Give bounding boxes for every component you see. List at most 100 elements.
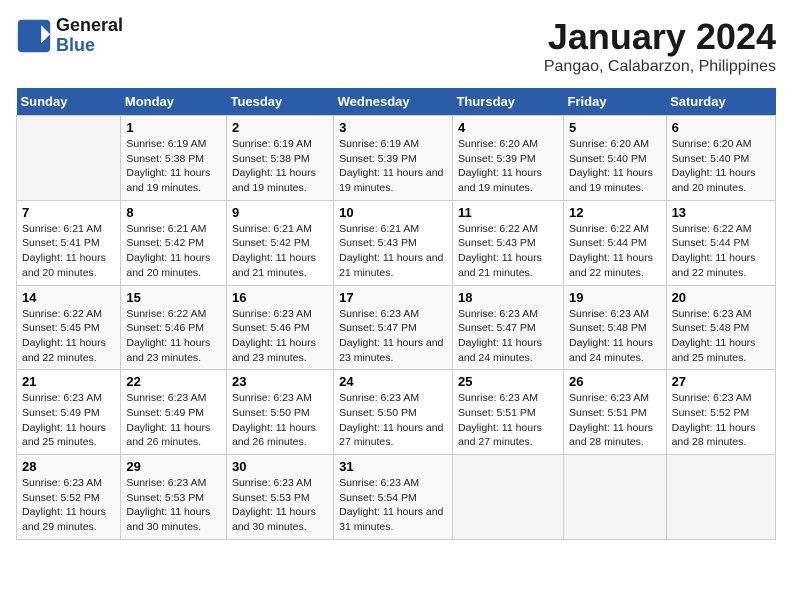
day-number: 19 [569, 290, 661, 305]
day-info: Sunrise: 6:23 AMSunset: 5:49 PMDaylight:… [22, 391, 115, 450]
day-info: Sunrise: 6:21 AMSunset: 5:43 PMDaylight:… [339, 222, 447, 281]
day-cell: 10 Sunrise: 6:21 AMSunset: 5:43 PMDayligh… [334, 200, 453, 285]
day-cell: 17 Sunrise: 6:23 AMSunset: 5:47 PMDayligh… [334, 285, 453, 370]
calendar-body: 1 Sunrise: 6:19 AMSunset: 5:38 PMDaylight… [17, 116, 776, 540]
day-info: Sunrise: 6:21 AMSunset: 5:42 PMDaylight:… [126, 222, 221, 281]
day-number: 12 [569, 205, 661, 220]
day-cell: 3Sunrise: 6:19 AMSunset: 5:39 PMDaylight… [334, 116, 453, 201]
day-cell: 5Sunrise: 6:20 AMSunset: 5:40 PMDaylight… [564, 116, 667, 201]
day-cell: 22 Sunrise: 6:23 AMSunset: 5:49 PMDayligh… [121, 370, 227, 455]
day-info: Sunrise: 6:23 AMSunset: 5:53 PMDaylight:… [126, 476, 221, 535]
col-header-tuesday: Tuesday [226, 88, 333, 116]
day-cell [564, 455, 667, 540]
col-header-sunday: Sunday [17, 88, 121, 116]
day-cell [666, 455, 775, 540]
day-cell: 21 Sunrise: 6:23 AMSunset: 5:49 PMDayligh… [17, 370, 121, 455]
subtitle: Pangao, Calabarzon, Philippines [544, 58, 776, 76]
day-cell: 14 Sunrise: 6:22 AMSunset: 5:45 PMDayligh… [17, 285, 121, 370]
col-header-monday: Monday [121, 88, 227, 116]
calendar-table: SundayMondayTuesdayWednesdayThursdayFrid… [16, 88, 776, 540]
day-number: 4 [458, 120, 558, 135]
day-number: 9 [232, 205, 328, 220]
day-info: Sunrise: 6:23 AMSunset: 5:50 PMDaylight:… [339, 391, 447, 450]
day-info: Sunrise: 6:23 AMSunset: 5:48 PMDaylight:… [672, 307, 770, 366]
day-info: Sunrise: 6:22 AMSunset: 5:45 PMDaylight:… [22, 307, 115, 366]
day-number: 17 [339, 290, 447, 305]
day-cell: 25Sunrise: 6:23 AMSunset: 5:51 PMDayligh… [452, 370, 563, 455]
day-cell: 16Sunrise: 6:23 AMSunset: 5:46 PMDayligh… [226, 285, 333, 370]
day-number: 24 [339, 374, 447, 389]
day-number: 11 [458, 205, 558, 220]
col-header-friday: Friday [564, 88, 667, 116]
day-cell: 9 Sunrise: 6:21 AMSunset: 5:42 PMDaylight… [226, 200, 333, 285]
day-number: 29 [126, 459, 221, 474]
day-cell: 20 Sunrise: 6:23 AMSunset: 5:48 PMDayligh… [666, 285, 775, 370]
day-info: Sunrise: 6:22 AMSunset: 5:43 PMDaylight:… [458, 222, 558, 281]
day-info: Sunrise: 6:23 AMSunset: 5:47 PMDaylight:… [458, 307, 558, 366]
day-cell: 8 Sunrise: 6:21 AMSunset: 5:42 PMDaylight… [121, 200, 227, 285]
day-cell: 7 Sunrise: 6:21 AMSunset: 5:41 PMDaylight… [17, 200, 121, 285]
day-cell: 6 Sunrise: 6:20 AMSunset: 5:40 PMDaylight… [666, 116, 775, 201]
day-cell: 31Sunrise: 6:23 AMSunset: 5:54 PMDayligh… [334, 455, 453, 540]
day-cell: 13 Sunrise: 6:22 AMSunset: 5:44 PMDayligh… [666, 200, 775, 285]
day-info: Sunrise: 6:22 AMSunset: 5:44 PMDaylight:… [672, 222, 770, 281]
day-number: 8 [126, 205, 221, 220]
day-info: Sunrise: 6:23 AMSunset: 5:47 PMDaylight:… [339, 307, 447, 366]
day-number: 2 [232, 120, 328, 135]
day-cell: 1Sunrise: 6:19 AMSunset: 5:38 PMDaylight… [121, 116, 227, 201]
day-number: 10 [339, 205, 447, 220]
day-number: 25 [458, 374, 558, 389]
week-row-3: 14 Sunrise: 6:22 AMSunset: 5:45 PMDayligh… [17, 285, 776, 370]
week-row-4: 21 Sunrise: 6:23 AMSunset: 5:49 PMDayligh… [17, 370, 776, 455]
day-number: 23 [232, 374, 328, 389]
day-info: Sunrise: 6:19 AMSunset: 5:39 PMDaylight:… [339, 137, 447, 196]
day-info: Sunrise: 6:21 AMSunset: 5:41 PMDaylight:… [22, 222, 115, 281]
day-info: Sunrise: 6:20 AMSunset: 5:40 PMDaylight:… [672, 137, 770, 196]
day-number: 14 [22, 290, 115, 305]
day-cell: 28 Sunrise: 6:23 AMSunset: 5:52 PMDayligh… [17, 455, 121, 540]
col-header-saturday: Saturday [666, 88, 775, 116]
day-info: Sunrise: 6:21 AMSunset: 5:42 PMDaylight:… [232, 222, 328, 281]
logo-text: General Blue [56, 16, 123, 56]
day-number: 30 [232, 459, 328, 474]
main-title: January 2024 [544, 16, 776, 58]
day-cell: 11 Sunrise: 6:22 AMSunset: 5:43 PMDayligh… [452, 200, 563, 285]
day-number: 15 [126, 290, 221, 305]
day-info: Sunrise: 6:19 AMSunset: 5:38 PMDaylight:… [232, 137, 328, 196]
day-number: 7 [22, 205, 115, 220]
day-info: Sunrise: 6:23 AMSunset: 5:52 PMDaylight:… [672, 391, 770, 450]
day-number: 6 [672, 120, 770, 135]
day-cell: 29 Sunrise: 6:23 AMSunset: 5:53 PMDayligh… [121, 455, 227, 540]
day-number: 18 [458, 290, 558, 305]
day-cell: 12 Sunrise: 6:22 AMSunset: 5:44 PMDayligh… [564, 200, 667, 285]
day-info: Sunrise: 6:23 AMSunset: 5:52 PMDaylight:… [22, 476, 115, 535]
day-number: 13 [672, 205, 770, 220]
week-row-5: 28 Sunrise: 6:23 AMSunset: 5:52 PMDayligh… [17, 455, 776, 540]
day-cell: 19 Sunrise: 6:23 AMSunset: 5:48 PMDayligh… [564, 285, 667, 370]
day-cell: 2 Sunrise: 6:19 AMSunset: 5:38 PMDaylight… [226, 116, 333, 201]
day-info: Sunrise: 6:20 AMSunset: 5:40 PMDaylight:… [569, 137, 661, 196]
day-info: Sunrise: 6:23 AMSunset: 5:54 PMDaylight:… [339, 476, 447, 535]
day-info: Sunrise: 6:23 AMSunset: 5:48 PMDaylight:… [569, 307, 661, 366]
day-info: Sunrise: 6:22 AMSunset: 5:44 PMDaylight:… [569, 222, 661, 281]
day-cell: 18 Sunrise: 6:23 AMSunset: 5:47 PMDayligh… [452, 285, 563, 370]
day-info: Sunrise: 6:20 AMSunset: 5:39 PMDaylight:… [458, 137, 558, 196]
day-number: 22 [126, 374, 221, 389]
day-info: Sunrise: 6:23 AMSunset: 5:46 PMDaylight:… [232, 307, 328, 366]
day-info: Sunrise: 6:23 AMSunset: 5:50 PMDaylight:… [232, 391, 328, 450]
day-info: Sunrise: 6:23 AMSunset: 5:49 PMDaylight:… [126, 391, 221, 450]
day-number: 1 [126, 120, 221, 135]
day-info: Sunrise: 6:23 AMSunset: 5:53 PMDaylight:… [232, 476, 328, 535]
day-cell: 15 Sunrise: 6:22 AMSunset: 5:46 PMDayligh… [121, 285, 227, 370]
day-number: 21 [22, 374, 115, 389]
day-number: 27 [672, 374, 770, 389]
day-number: 20 [672, 290, 770, 305]
col-header-thursday: Thursday [452, 88, 563, 116]
day-cell [452, 455, 563, 540]
day-cell: 23 Sunrise: 6:23 AMSunset: 5:50 PMDayligh… [226, 370, 333, 455]
day-info: Sunrise: 6:22 AMSunset: 5:46 PMDaylight:… [126, 307, 221, 366]
page-header: General Blue January 2024 Pangao, Calaba… [16, 16, 776, 76]
day-number: 28 [22, 459, 115, 474]
logo-icon [16, 18, 52, 54]
logo: General Blue [16, 16, 123, 56]
